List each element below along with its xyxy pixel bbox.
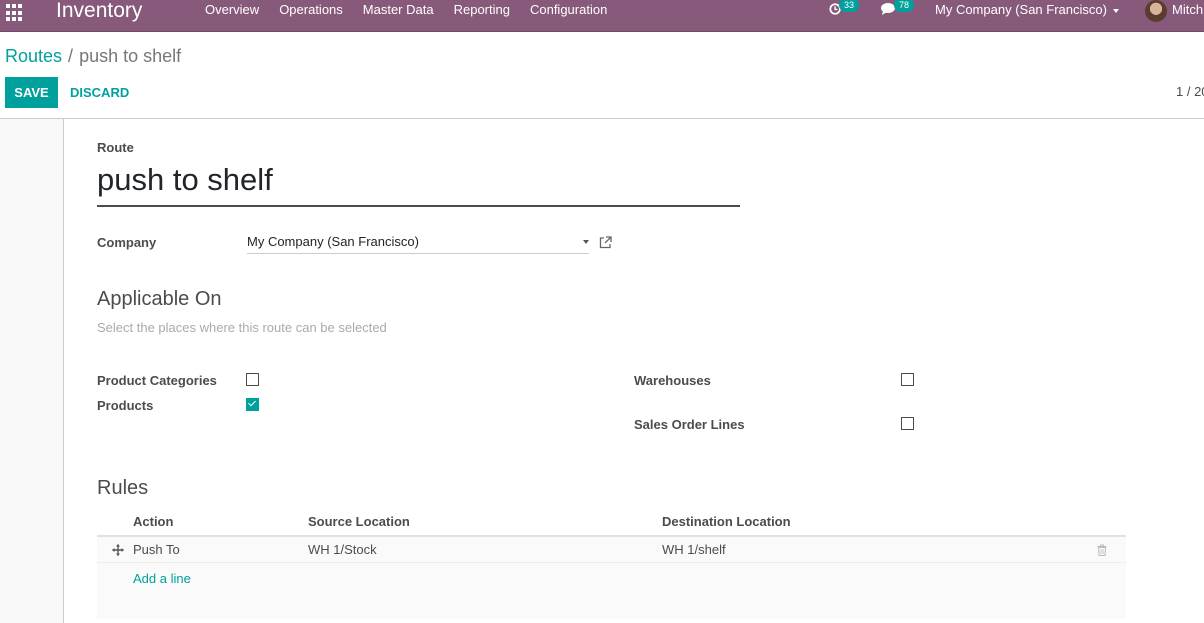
discard-button[interactable]: DISCARD: [63, 77, 136, 108]
apps-grid-icon[interactable]: [6, 4, 24, 22]
control-panel: Routes /push to shelf SAVE DISCARD 1 / 20: [0, 32, 1204, 119]
pager-value[interactable]: 1 / 20: [1176, 84, 1204, 99]
menu-item-overview[interactable]: Overview: [195, 0, 269, 20]
rule-source-location: WH 1/Stock: [308, 542, 377, 557]
main-menu: Overview Operations Master Data Reportin…: [195, 0, 617, 20]
message-count-badge: 78: [894, 0, 914, 12]
products-checkbox[interactable]: [246, 398, 259, 411]
column-header-action[interactable]: Action: [133, 514, 173, 529]
app-name[interactable]: Inventory: [56, 0, 142, 23]
add-a-line-link[interactable]: Add a line: [133, 571, 191, 586]
rules-table: Action Source Location Destination Locat…: [97, 509, 1126, 619]
caret-down-icon: [1112, 8, 1119, 13]
column-header-source-location[interactable]: Source Location: [308, 514, 410, 529]
drag-handle-icon[interactable]: [112, 544, 124, 556]
breadcrumb: Routes / push to shelf: [5, 44, 181, 68]
route-name-field[interactable]: push to shelf: [97, 159, 740, 207]
warehouses-checkbox[interactable]: [901, 373, 914, 386]
product-categories-label: Product Categories: [97, 373, 217, 388]
company-switcher-label: My Company (San Francisco): [935, 2, 1107, 17]
breadcrumb-current: push to shelf: [79, 46, 182, 66]
column-header-destination-location[interactable]: Destination Location: [662, 514, 791, 529]
save-button[interactable]: SAVE: [5, 77, 58, 108]
trash-icon[interactable]: [1097, 544, 1107, 556]
avatar[interactable]: [1145, 0, 1167, 22]
table-row[interactable]: Push To WH 1/Stock WH 1/shelf: [97, 537, 1126, 563]
menu-item-master-data[interactable]: Master Data: [353, 0, 444, 20]
product-categories-checkbox[interactable]: [246, 373, 259, 386]
caret-down-icon[interactable]: [583, 240, 589, 244]
applicable-on-help: Select the places where this route can b…: [97, 320, 387, 335]
add-line-row: Add a line: [97, 563, 1126, 619]
external-link-icon[interactable]: [599, 236, 612, 249]
products-label: Products: [97, 398, 154, 413]
sales-order-lines-checkbox[interactable]: [901, 417, 914, 430]
company-label: Company: [97, 235, 157, 250]
breadcrumb-separator: /: [68, 46, 74, 66]
top-navbar: Inventory Overview Operations Master Dat…: [0, 0, 1204, 32]
menu-item-reporting[interactable]: Reporting: [444, 0, 520, 20]
menu-item-configuration[interactable]: Configuration: [520, 0, 617, 20]
route-label: Route: [97, 140, 134, 155]
warehouses-label: Warehouses: [634, 373, 711, 388]
rules-title: Rules: [97, 477, 149, 499]
rules-table-header: Action Source Location Destination Locat…: [97, 509, 1126, 537]
activity-count-badge: 33: [839, 0, 859, 12]
breadcrumb-routes-link[interactable]: Routes: [5, 46, 62, 66]
applicable-on-title: Applicable On: [97, 288, 222, 310]
company-select[interactable]: My Company (San Francisco): [247, 231, 589, 254]
sales-order-lines-label: Sales Order Lines: [634, 417, 745, 432]
rule-destination-location: WH 1/shelf: [662, 542, 726, 557]
menu-item-operations[interactable]: Operations: [269, 0, 353, 20]
form-sheet: Route push to shelf Company My Company (…: [63, 119, 1204, 623]
user-menu[interactable]: Mitch: [1172, 0, 1203, 20]
company-switcher[interactable]: My Company (San Francisco): [935, 0, 1119, 20]
rule-action: Push To: [133, 542, 180, 557]
